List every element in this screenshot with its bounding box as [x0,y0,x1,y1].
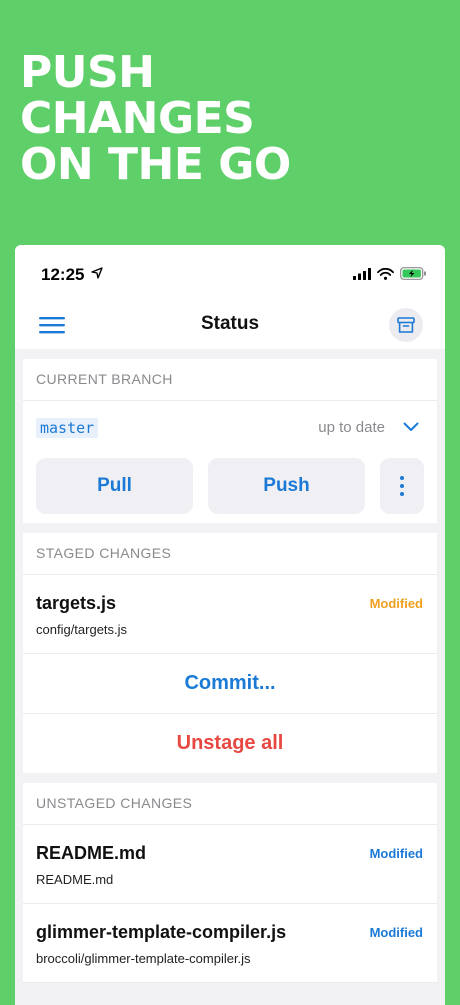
push-button[interactable]: Push [208,458,365,514]
list-item[interactable]: README.md README.md Modified [23,825,437,904]
unstaged-changes-section: UNSTAGED CHANGES README.md README.md Mod… [23,783,437,983]
promo-headline: PUSH CHANGES ON THE GO [20,50,291,188]
current-branch-section: CURRENT BRANCH master up to date Pull Pu… [23,359,437,523]
status-content: CURRENT BRANCH master up to date Pull Pu… [23,349,437,983]
headline-line-1: PUSH [20,47,155,98]
branch-selector[interactable]: master up to date [23,401,437,455]
headline-line-3: ON THE GO [20,139,291,190]
more-vertical-icon [400,476,404,480]
section-gap [23,349,437,359]
status-badge: Modified [369,925,423,940]
cellular-signal-icon [353,267,371,280]
battery-charging-icon [400,267,426,280]
status-bar: 12:25 [15,245,445,303]
current-branch-header: CURRENT BRANCH [23,359,437,401]
file-path: broccoli/glimmer-template-compiler.js [36,951,251,966]
location-arrow-icon [91,267,103,279]
unstaged-changes-header: UNSTAGED CHANGES [23,783,437,825]
phone-screen: 12:25 Status CURRENT BRANCH master up to… [15,245,445,1005]
status-badge: Modified [369,846,423,861]
archive-button[interactable] [389,308,423,342]
file-name: README.md [36,843,147,863]
section-gap [23,523,437,533]
headline-line-2: CHANGES [20,93,255,144]
file-path: README.md [36,872,114,887]
status-badge: Modified [369,596,423,611]
staged-changes-header: STAGED CHANGES [23,533,437,575]
chevron-down-icon[interactable] [403,422,419,432]
wifi-icon [377,267,394,280]
file-name: targets.js [36,593,117,613]
file-name: glimmer-template-compiler.js [36,922,287,942]
list-item[interactable]: targets.js config/targets.js Modified [23,575,437,654]
file-path: config/targets.js [36,622,128,637]
page-title: Status [200,313,260,334]
branch-status: up to date [318,419,385,436]
unstage-all-button[interactable]: Unstage all [23,714,437,773]
list-item[interactable]: glimmer-template-compiler.js broccoli/gl… [23,904,437,983]
navigation-bar: Status [15,303,445,349]
status-icons [353,267,427,280]
section-gap [23,773,437,783]
staged-changes-section: STAGED CHANGES targets.js config/targets… [23,533,437,773]
more-vertical-icon [400,492,404,496]
pull-button[interactable]: Pull [36,458,193,514]
branch-name: master [36,418,99,438]
more-vertical-icon [400,484,404,488]
status-time: 12:25 [41,265,85,284]
commit-button[interactable]: Commit... [23,654,437,714]
branch-actions: Pull Push [23,455,437,523]
archive-icon [397,316,415,333]
more-actions-button[interactable] [380,458,424,514]
